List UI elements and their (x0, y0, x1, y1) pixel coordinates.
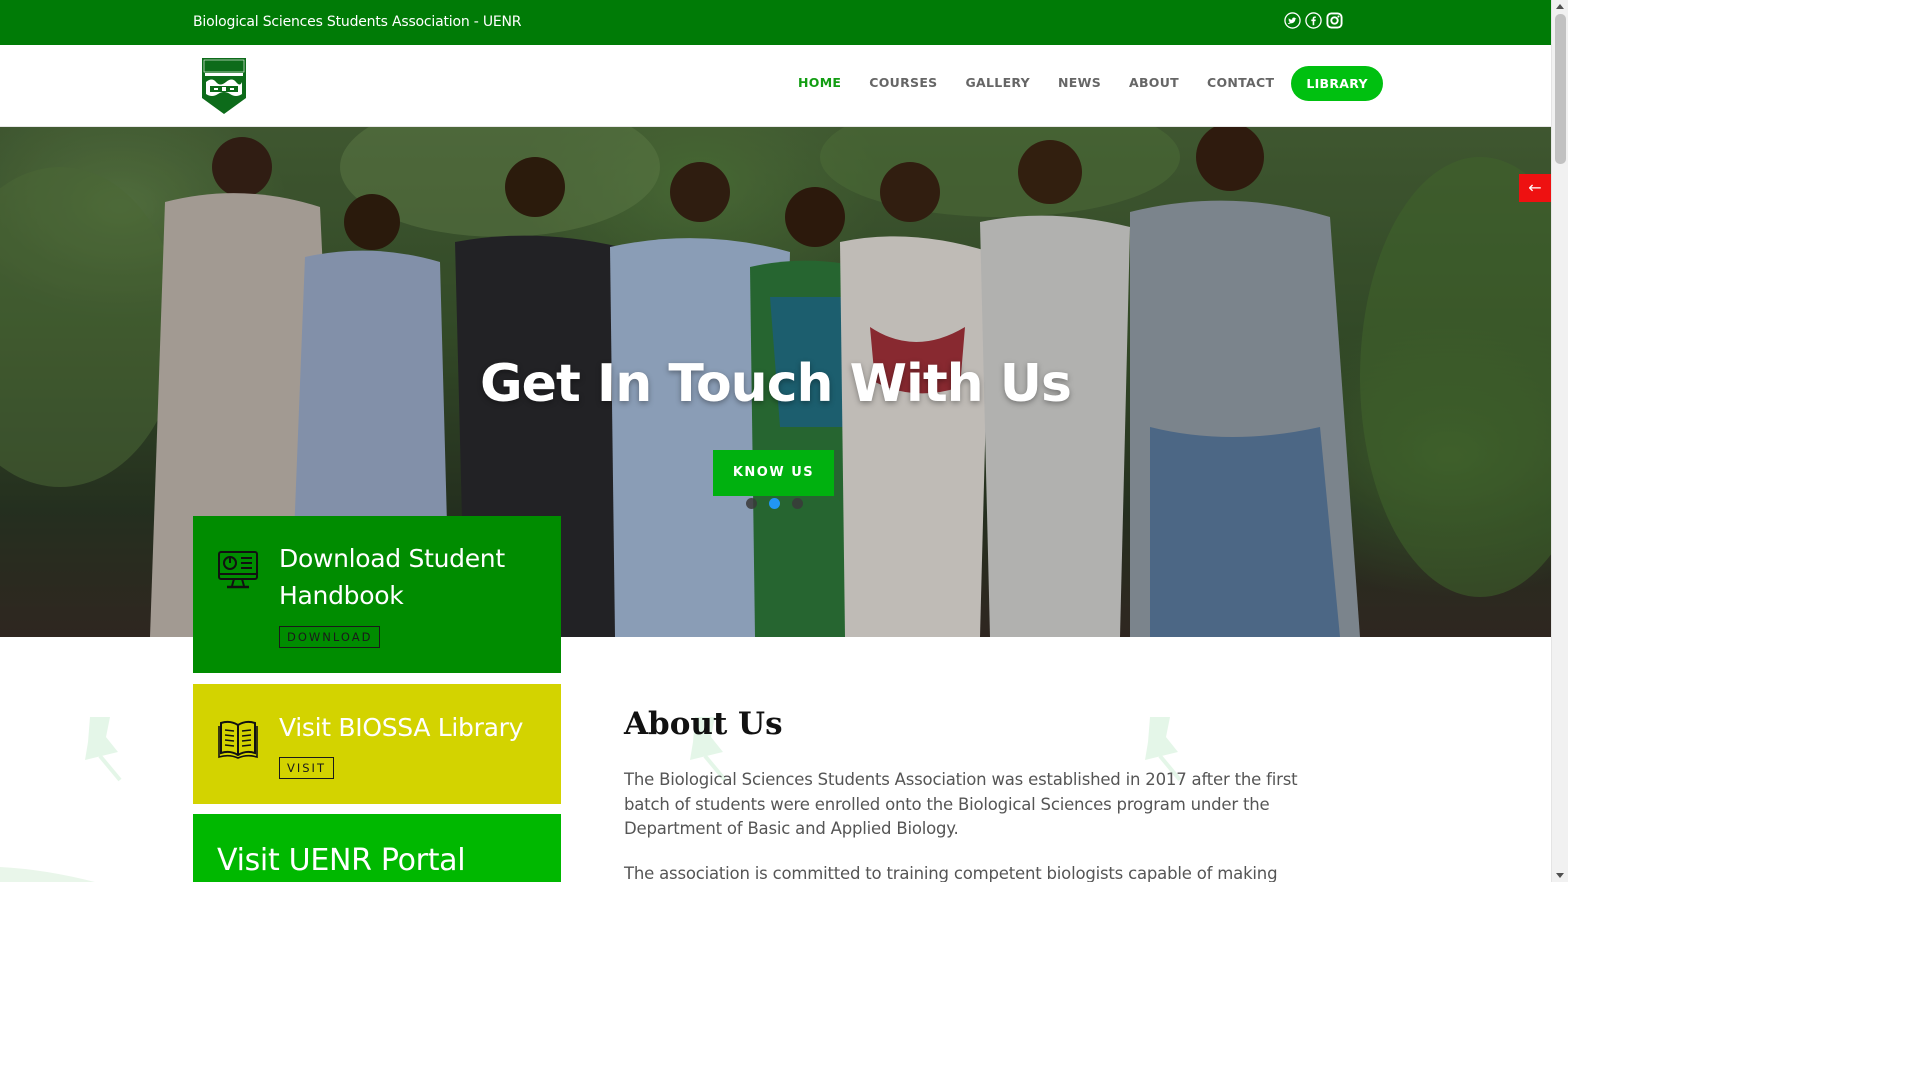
decorative-swoosh (0, 867, 95, 882)
scroll-up-icon[interactable] (1556, 4, 1564, 9)
about-heading: About Us (624, 706, 783, 742)
slider-dot-1[interactable] (746, 498, 757, 509)
about-paragraph-1: The Biological Sciences Students Associa… (624, 770, 1298, 838)
arrow-left-icon[interactable]: ← (1519, 174, 1551, 202)
primary-nav: HOME COURSES GALLERY NEWS ABOUT CONTACT … (784, 65, 1383, 101)
top-bar: Biological Sciences Students Association… (0, 0, 1551, 45)
slider-dot-3[interactable] (792, 498, 803, 509)
slider-dots (746, 498, 803, 509)
library-button[interactable]: LIBRARY (1291, 65, 1383, 101)
social-links (1284, 12, 1343, 29)
portal-card[interactable]: Visit UENR Portal (193, 814, 561, 882)
visit-button[interactable]: VISIT (279, 757, 334, 779)
book-icon (218, 720, 258, 759)
slider-dot-2[interactable] (769, 498, 780, 509)
know-us-button[interactable]: KNOW US (713, 450, 834, 496)
vertical-scrollbar[interactable] (1551, 0, 1568, 882)
pushpin-decoration-icon (85, 717, 122, 782)
library-card: Visit BIOSSA Library VISIT (193, 684, 561, 804)
nav-gallery[interactable]: GALLERY (952, 65, 1045, 101)
main-header: HOME COURSES GALLERY NEWS ABOUT CONTACT … (0, 45, 1551, 127)
library-card-title: Visit BIOSSA Library (279, 713, 524, 742)
scrollbar-thumb[interactable] (1555, 14, 1566, 164)
nav-news[interactable]: NEWS (1044, 65, 1115, 101)
nav-contact[interactable]: CONTACT (1193, 65, 1288, 101)
nav-courses[interactable]: COURSES (855, 65, 951, 101)
handbook-card-title: Download Student Handbook (279, 544, 505, 610)
monitor-chart-icon (218, 551, 258, 589)
handbook-card: Download Student Handbook DOWNLOAD (193, 516, 561, 673)
facebook-icon[interactable] (1305, 12, 1322, 29)
scroll-down-icon[interactable] (1556, 873, 1564, 878)
nav-home[interactable]: HOME (784, 65, 855, 101)
twitter-icon[interactable] (1284, 12, 1301, 29)
download-button[interactable]: DOWNLOAD (279, 626, 381, 648)
page: Biological Sciences Students Association… (0, 0, 1551, 882)
nav-about[interactable]: ABOUT (1115, 65, 1193, 101)
biossa-logo[interactable] (200, 56, 248, 116)
site-title: Biological Sciences Students Association… (193, 14, 522, 30)
hero-heading: Get In Touch With Us (480, 354, 1072, 414)
portal-card-title: Visit UENR Portal (217, 843, 466, 878)
instagram-icon[interactable] (1326, 12, 1343, 29)
about-paragraph-2: The association is committed to training… (624, 864, 1278, 882)
